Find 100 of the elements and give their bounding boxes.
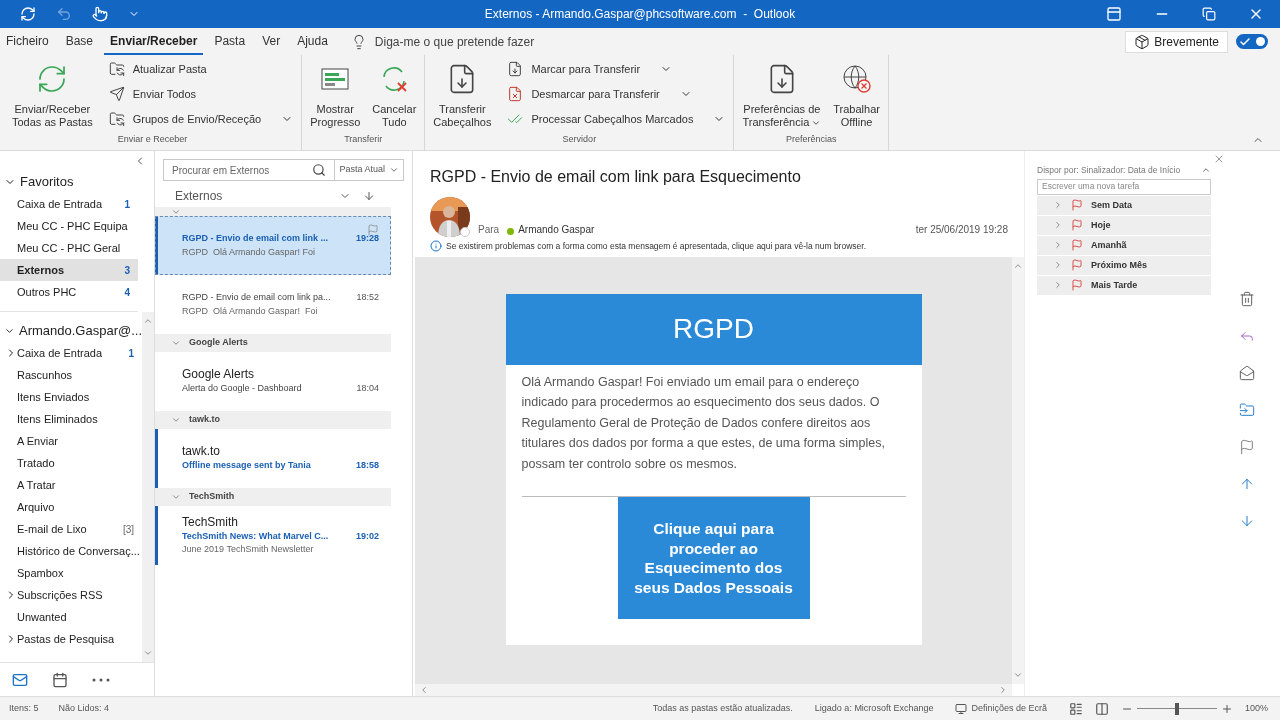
ribbon-display-icon[interactable] [1106, 6, 1122, 22]
sync-icon[interactable] [20, 6, 36, 22]
task-group[interactable]: Mais Tarde [1037, 275, 1211, 295]
menu-tab[interactable]: Ver [256, 28, 287, 55]
message-item[interactable]: Google Alerts Alerta do Google - Dashboard 18:04 [155, 352, 391, 411]
toggle-switch[interactable] [1236, 34, 1268, 49]
message-item[interactable]: RGPD - Envio de email com link ... 19:28 RGPD Olá Armando Gaspar! Foi [155, 216, 391, 275]
ribbon-button[interactable]: Marcar para Transferir [503, 59, 730, 79]
folder-item[interactable]: Spambox [0, 562, 142, 584]
delete-icon[interactable] [1238, 291, 1255, 307]
menu-tab[interactable]: Ficheiro [0, 28, 55, 55]
folder-item[interactable]: Meu CC - PHC Equipa [0, 215, 138, 237]
status-text: Todas as pastas estão atualizadas. [652, 701, 793, 715]
folder-item[interactable]: Subscrições RSS [0, 584, 142, 606]
chevron-icon [171, 492, 181, 502]
folder-item[interactable]: A Enviar [0, 430, 142, 452]
folder-item[interactable]: Meu CC - PHC Geral [0, 237, 138, 259]
touch-mode-icon[interactable] [92, 6, 108, 22]
package-icon [1134, 33, 1151, 50]
folder-item[interactable]: Arquivo [0, 496, 142, 518]
status-text: Ligado a: Microsoft Exchange [814, 701, 934, 715]
group-header[interactable]: tawk.to [155, 411, 391, 429]
scroll-down-icon[interactable] [143, 648, 153, 658]
folder-item[interactable]: Caixa de Entrada 1 [0, 193, 138, 215]
folder-group-header[interactable]: Favoritos [0, 171, 154, 193]
folder-item[interactable]: Itens Enviados [0, 386, 142, 408]
flag-icon[interactable] [1238, 439, 1255, 455]
ribbon-button[interactable]: Processar Cabeçalhos Marcados [503, 109, 730, 129]
ribbon-button[interactable]: Desmarcar para Transferir [503, 84, 730, 104]
folder-item[interactable]: Itens Eliminados [0, 408, 142, 430]
folder-item[interactable]: Outros PHC 4 [0, 281, 138, 303]
ribbon-button[interactable]: Grupos de Envio/Receção [104, 109, 298, 129]
group-header[interactable]: TechSmith [155, 488, 391, 506]
restore-icon[interactable] [1202, 7, 1216, 21]
tell-me-field[interactable]: Diga-me o que pretende fazer [374, 32, 535, 51]
message-item[interactable]: RGPD - Envio de email com link pa... 18:52 RGPD Olá Armando Gaspar! Foi [155, 275, 391, 334]
message-item[interactable]: TechSmith TechSmith News: What Marvel C... 19:02 June 2019 TechSmith Newsletter [155, 506, 391, 565]
task-group[interactable]: Amanhã [1037, 235, 1211, 255]
menu-tab[interactable]: Ajuda [291, 28, 334, 55]
folder-item[interactable]: Caixa de Entrada 1 [0, 342, 142, 364]
folder-item[interactable]: E-mail de Lixo [3] [0, 518, 142, 540]
folder-label: Itens Eliminados [17, 411, 98, 427]
unread-count: 1 [128, 346, 134, 361]
zoom-in-icon[interactable] [1220, 702, 1233, 715]
flag-icon [1071, 199, 1083, 212]
recipient-name[interactable]: Armando Gaspar [518, 222, 595, 237]
normal-view-icon[interactable] [1068, 701, 1083, 716]
menu-tab[interactable]: Base [59, 28, 100, 55]
to-label: Para [478, 223, 500, 237]
display-settings-button[interactable]: Definições de Ecrã [971, 701, 1047, 716]
reading-view-icon[interactable] [1094, 701, 1109, 716]
folder-item[interactable]: Externos 3 [0, 259, 138, 281]
ribbon-button[interactable]: Enviar Todos [104, 84, 298, 104]
folder-item[interactable]: Rascunhos [0, 364, 142, 386]
message-subject: RGPD - Envio de email com link pa... [182, 291, 331, 304]
new-task-field[interactable]: Escrever uma nova tarefa [1037, 178, 1211, 195]
scroll-up-icon[interactable] [143, 316, 153, 326]
more-icon[interactable] [92, 677, 110, 682]
folder-label: A Enviar [17, 433, 58, 449]
ribbon-button[interactable]: Atualizar Pasta [104, 59, 298, 79]
monitor-icon[interactable] [955, 702, 968, 715]
scroll-left-icon[interactable] [419, 685, 429, 695]
task-group[interactable]: Próximo Mês [1037, 255, 1211, 275]
ribbon-button[interactable]: Enviar/Receber Todas as Pastas [8, 59, 97, 133]
menu-tab[interactable]: Pasta [208, 28, 252, 55]
folder-item[interactable]: Unwanted [0, 606, 142, 628]
ribbon-button[interactable]: Trabalhar Offline [829, 59, 884, 133]
move-folder-icon[interactable] [1238, 402, 1255, 418]
ribbon-button[interactable]: Cancelar Tudo [368, 59, 421, 133]
scroll-down-icon[interactable] [1013, 670, 1023, 680]
task-group-label: Mais Tarde [1091, 278, 1138, 292]
zoom-slider[interactable] [1136, 702, 1217, 715]
mail-icon[interactable] [12, 671, 28, 688]
coming-soon-button[interactable]: Brevemente [1125, 30, 1228, 53]
close-icon[interactable] [1213, 153, 1225, 165]
folder-item[interactable]: Histórico de Conversaç... [0, 540, 142, 562]
folder-item[interactable]: A Tratar [0, 474, 142, 496]
ribbon-button[interactable]: Transferir Cabeçalhos [429, 59, 496, 133]
ribbon-button[interactable]: Mostrar Progresso [306, 59, 365, 133]
flag-icon[interactable] [367, 224, 379, 236]
folder-item[interactable]: Pastas de Pesquisa [0, 628, 142, 650]
presence-indicator [460, 227, 470, 237]
group-label: Google Alerts [189, 336, 248, 350]
folder-group-header[interactable]: Armando.Gaspar@... [0, 320, 142, 342]
message-subject: Alerta do Google - Dashboard [182, 382, 302, 396]
envelope-icon[interactable] [1238, 365, 1255, 381]
arrange-by-dropdown[interactable]: Dispor por: Sinalizador: Data de Início [1037, 164, 1181, 177]
ribbon-button[interactable]: Preferências de Transferência [738, 59, 826, 133]
folder-label: Rascunhos [17, 367, 73, 383]
email-action-button[interactable]: Clique aqui para proceder ao Esquecimento dos seus Dados Pessoais [617, 497, 810, 620]
folder-item[interactable]: Tratado [0, 452, 142, 474]
task-group[interactable]: Sem Data [1037, 195, 1211, 215]
message-time: 18:52 [356, 291, 379, 304]
sort-icon[interactable] [363, 190, 375, 202]
task-group[interactable]: Hoje [1037, 215, 1211, 235]
group-header[interactable]: Google Alerts [155, 334, 391, 352]
message-sender: Google Alerts [182, 367, 256, 383]
info-message[interactable]: Se existirem problemas com a forma como esta mensagem é apresentada, clique aqui para vê-la num browser. [446, 240, 866, 253]
scroll-right-icon[interactable] [998, 685, 1008, 695]
calendar-icon[interactable] [52, 671, 68, 688]
